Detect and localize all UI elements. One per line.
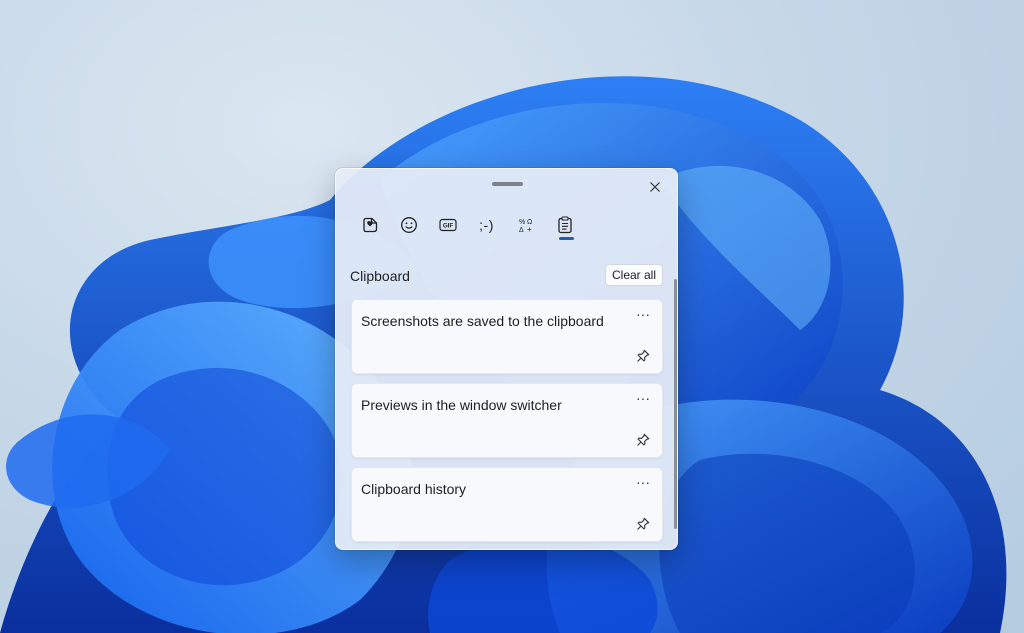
tab-clipboard[interactable] — [545, 207, 584, 243]
pin-button[interactable] — [633, 430, 653, 450]
tab-kaomoji[interactable]: ;-) — [467, 207, 506, 243]
clear-all-button[interactable]: Clear all — [605, 264, 663, 286]
section-title: Clipboard — [350, 268, 410, 284]
more-options-button[interactable]: ··· — [633, 307, 653, 326]
pin-icon — [637, 349, 650, 362]
clipboard-item[interactable]: Previews in the window switcher ··· — [351, 383, 663, 458]
pin-button[interactable] — [633, 346, 653, 366]
clipboard-item-text: Previews in the window switcher — [361, 397, 562, 413]
close-button[interactable] — [641, 175, 669, 199]
tab-emoji[interactable] — [389, 207, 428, 243]
gif-icon: GIF — [438, 218, 457, 232]
heart-sticker-icon — [362, 217, 377, 233]
tab-recently-used[interactable] — [350, 207, 389, 243]
pin-icon — [637, 433, 650, 446]
clipboard-item-text: Clipboard history — [361, 481, 467, 497]
tab-gif[interactable]: GIF — [428, 207, 467, 243]
clipboard-item[interactable]: Clipboard history ··· — [351, 467, 663, 542]
more-options-button[interactable]: ··· — [633, 475, 653, 494]
svg-text:GIF: GIF — [442, 223, 453, 230]
clipboard-icon — [557, 216, 572, 234]
scrollbar[interactable] — [674, 279, 677, 529]
drag-handle[interactable] — [492, 182, 523, 186]
close-icon — [650, 182, 660, 192]
more-options-button[interactable]: ··· — [633, 391, 653, 410]
tab-symbols[interactable]: % Ω Δ + — [506, 207, 545, 243]
clipboard-item[interactable]: Screenshots are saved to the clipboard ·… — [351, 299, 663, 374]
symbols-icon: % Ω Δ + — [519, 219, 532, 234]
clipboard-item-text: Screenshots are saved to the clipboard — [361, 313, 604, 329]
svg-text:Δ: Δ — [519, 227, 524, 234]
clipboard-panel: GIF ;-) % Ω Δ + Clipboard Clear all Scre… — [335, 168, 678, 550]
kaomoji-icon: ;-) — [479, 217, 494, 233]
tab-bar: GIF ;-) % Ω Δ + — [350, 207, 584, 243]
pin-button[interactable] — [633, 514, 653, 534]
smiley-icon — [400, 217, 417, 233]
pin-icon — [637, 517, 650, 530]
svg-text:%: % — [519, 219, 525, 226]
svg-text:+: + — [527, 225, 532, 234]
